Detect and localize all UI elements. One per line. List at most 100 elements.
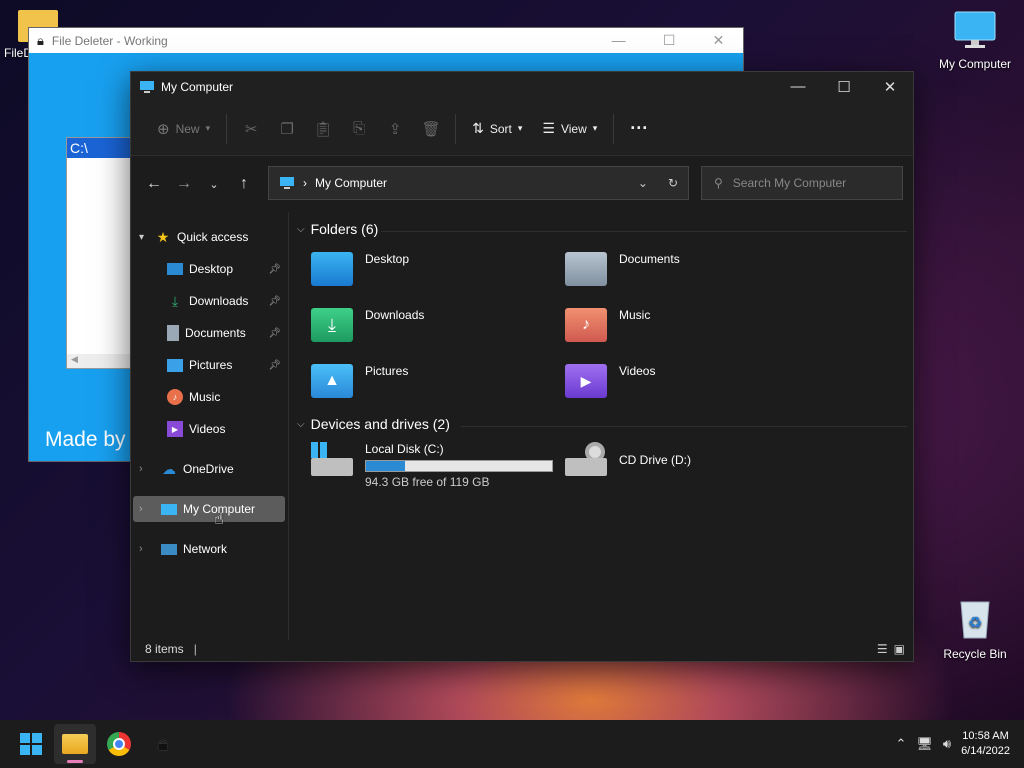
clock[interactable]: 10:58 AM 6/14/2022 (961, 729, 1010, 759)
monitor-icon (161, 503, 177, 515)
rename-icon[interactable]: ⎘ (341, 120, 377, 137)
group-header-folders[interactable]: ⌵ Folders (6) (297, 221, 378, 237)
view-icon: ☰ (542, 120, 555, 136)
network-icon (161, 543, 177, 555)
window-title: File Deleter - Working (51, 33, 168, 48)
desktop-icon-recycle-bin[interactable]: ♻ Recycle Bin (935, 596, 1015, 661)
nav-label: Desktop (189, 262, 234, 276)
download-icon: ⤓ (171, 292, 179, 309)
address-bar[interactable]: › My Computer ⌄ ↻ (268, 166, 689, 200)
item-label: Desktop (365, 252, 410, 266)
forward-button[interactable]: → (169, 175, 199, 193)
chevron-right-icon: › (139, 463, 143, 475)
delete-icon[interactable]: 🗑︎ (413, 120, 449, 138)
back-button[interactable]: ← (139, 175, 169, 193)
svg-text:♻: ♻ (968, 615, 982, 632)
up-button[interactable]: ↑ (229, 175, 259, 193)
chevron-down-icon: ▾ (205, 123, 211, 133)
folder-icon (62, 734, 88, 754)
file-deleter-titlebar: 🔒︎ File Deleter - Working — ☐ ✕ (29, 28, 743, 53)
start-button[interactable] (10, 724, 52, 764)
view-button[interactable]: ☰ View ▾ (532, 113, 607, 145)
minimize-button[interactable]: — (775, 78, 821, 96)
chevron-down-icon: ▾ (592, 123, 598, 133)
chevron-down-icon: ▾ (139, 231, 145, 243)
nav-label: Videos (189, 422, 226, 436)
recycle-bin-icon: ♻ (960, 601, 990, 639)
pin-icon: 📌︎ (268, 359, 281, 371)
nav-item-documents[interactable]: Documents 📌︎ (167, 321, 287, 345)
drive-usage-fill (366, 461, 406, 471)
volume-icon[interactable]: 🔊︎ (943, 736, 951, 752)
folder-item-pictures[interactable]: ▲ Pictures (311, 364, 408, 398)
folder-icon: ♪ (565, 308, 607, 342)
maximize-button[interactable]: ☐ (821, 78, 867, 96)
group-label: Folders (6) (310, 221, 379, 237)
breadcrumb[interactable]: My Computer (315, 176, 387, 190)
sort-button[interactable]: ⇅ Sort ▾ (462, 113, 532, 145)
nav-label: Music (189, 390, 221, 404)
desktop-icon-my-computer[interactable]: My Computer (935, 10, 1015, 71)
nav-label: OneDrive (183, 462, 234, 476)
nav-my-computer[interactable]: › My Computer (139, 497, 255, 521)
nav-item-desktop[interactable]: Desktop 📌︎ (167, 257, 287, 281)
clock-date: 6/14/2022 (961, 745, 1010, 757)
pin-icon: 📌︎ (268, 295, 281, 307)
item-label: Downloads (365, 308, 425, 322)
drive-item-c[interactable]: Local Disk (C:) 94.3 GB free of 119 GB (311, 442, 553, 489)
nav-quick-access[interactable]: ▾ ★ Quick access (139, 225, 248, 249)
nav-item-videos[interactable]: ▶ Videos (167, 417, 225, 441)
mouse-cursor-icon: ☝ (214, 511, 224, 528)
new-button[interactable]: ⊕ New ▾ (147, 113, 220, 145)
pin-icon: 📌︎ (268, 263, 281, 275)
more-options-button[interactable]: ··· (620, 113, 658, 145)
copy-icon[interactable]: ❐ (269, 120, 305, 138)
new-label: New (175, 121, 200, 136)
group-label: Devices and drives (2) (310, 416, 450, 432)
lock-icon: 🔒︎ (157, 732, 169, 755)
nav-onedrive[interactable]: › ☁ OneDrive (139, 457, 234, 481)
picture-icon (167, 358, 183, 372)
recent-dropdown-button[interactable]: ⌄ (199, 178, 229, 191)
close-button[interactable]: ✕ (713, 32, 725, 49)
folder-item-downloads[interactable]: ⤓ Downloads (311, 308, 424, 342)
nav-item-music[interactable]: ♪ Music (167, 385, 220, 409)
close-button[interactable]: ✕ (867, 78, 913, 96)
nav-item-downloads[interactable]: ⤓ Downloads 📌︎ (167, 289, 287, 313)
tiles-view-icon[interactable]: ▣ (894, 642, 905, 656)
nav-network[interactable]: › Network (139, 537, 227, 561)
chevron-down-icon[interactable]: ⌄ (638, 176, 648, 190)
nav-item-pictures[interactable]: Pictures 📌︎ (167, 353, 287, 377)
folder-icon: ⤓ (311, 308, 353, 342)
folder-item-videos[interactable]: ▶ Videos (565, 364, 655, 398)
taskbar-chrome[interactable] (98, 724, 140, 764)
share-icon[interactable]: ⇪ (377, 120, 413, 138)
taskbar-file-deleter[interactable]: 🔒︎ (142, 724, 184, 764)
group-header-drives[interactable]: ⌵ Devices and drives (2) (297, 416, 450, 432)
drive-item-d[interactable]: CD Drive (D:) (565, 442, 691, 478)
folder-item-documents[interactable]: Documents (565, 252, 680, 286)
pin-icon: 📌︎ (268, 327, 281, 339)
folder-item-music[interactable]: ♪ Music (565, 308, 650, 342)
cut-icon[interactable]: ✂ (233, 120, 269, 138)
monitor-icon (954, 11, 996, 48)
window-title: My Computer (161, 80, 234, 94)
minimize-button[interactable]: — (612, 32, 626, 49)
drive-name: CD Drive (D:) (619, 453, 691, 467)
nav-label: Downloads (189, 294, 249, 308)
chevron-up-icon[interactable]: ⌃ (895, 736, 906, 752)
network-icon[interactable]: 🖥︎ (916, 736, 933, 752)
folder-icon (311, 252, 353, 286)
hard-drive-icon (311, 442, 353, 478)
search-input[interactable]: ⚲ Search My Computer (701, 166, 903, 200)
clock-time: 10:58 AM (962, 730, 1009, 742)
paste-icon[interactable]: 📋︎ (305, 120, 341, 138)
desktop-icon-label: My Computer (938, 57, 1012, 71)
maximize-button[interactable]: ☐ (663, 32, 676, 49)
folder-item-desktop[interactable]: Desktop (311, 252, 409, 286)
item-label: Pictures (365, 364, 409, 378)
taskbar-file-explorer[interactable] (54, 724, 96, 764)
details-view-icon[interactable]: ☰ (877, 642, 888, 656)
desktop-icon (167, 263, 183, 275)
refresh-icon[interactable]: ↻ (668, 176, 678, 190)
